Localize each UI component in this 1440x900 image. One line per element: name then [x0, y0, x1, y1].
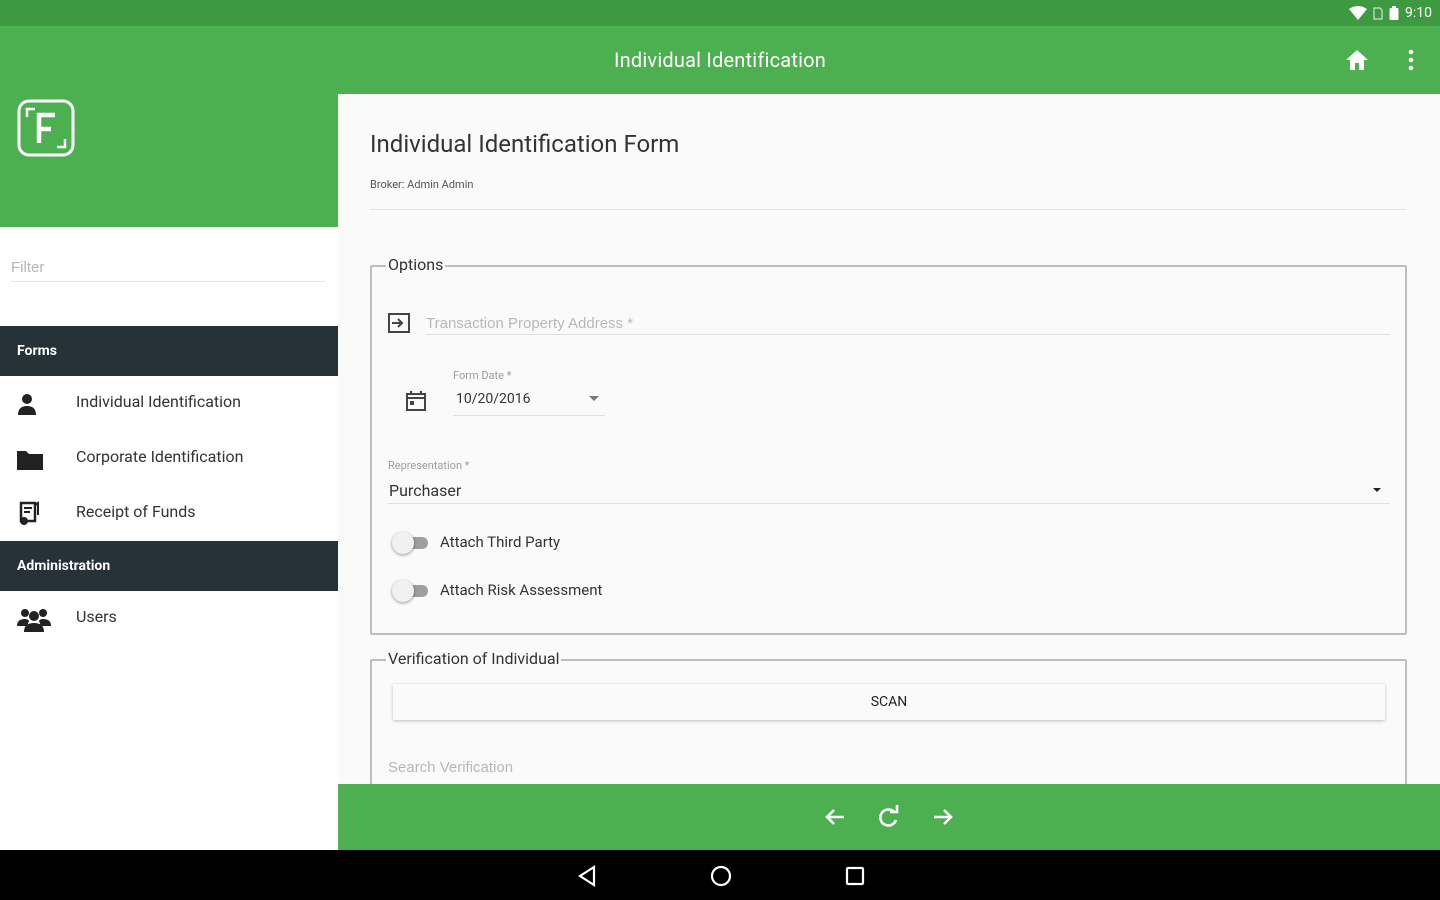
representation-select[interactable]: Purchaser	[389, 481, 461, 500]
action-bar	[338, 784, 1440, 850]
system-back-button[interactable]	[574, 863, 600, 889]
sidebar-item-corporate-identification[interactable]: Corporate Identification	[0, 431, 338, 485]
status-icons: 9:10	[1349, 4, 1432, 22]
representation-label: Representation *	[388, 459, 470, 472]
form-date-label: Form Date *	[453, 369, 512, 382]
divider	[370, 209, 1406, 210]
refresh-icon	[879, 805, 899, 827]
scan-button[interactable]: SCAN	[393, 684, 1385, 720]
circle-home-icon	[710, 865, 732, 887]
system-navigation-bar	[0, 850, 1440, 900]
status-time: 9:10	[1405, 5, 1432, 21]
folder-icon	[16, 446, 44, 472]
arrow-left-icon	[825, 809, 844, 825]
page-title: Individual Identification Form	[370, 130, 680, 158]
main-content: Individual Identification Form Broker: A…	[338, 94, 1440, 784]
section-header-forms: Forms	[0, 326, 338, 376]
search-verification-input[interactable]	[388, 755, 988, 779]
dropdown-arrow-icon[interactable]	[1372, 487, 1382, 493]
logo-icon	[17, 99, 75, 157]
home-icon	[1346, 50, 1368, 70]
more-options-button[interactable]	[1400, 46, 1422, 74]
status-bar: 9:10	[0, 0, 1440, 26]
sidebar-item-individual-identification[interactable]: Individual Identification	[0, 376, 338, 430]
sidebar: Forms Individual Identification Corporat…	[0, 94, 338, 850]
sidebar-item-label: Users	[76, 607, 117, 626]
address-icon	[388, 313, 410, 333]
form-date-value[interactable]: 10/20/2016	[456, 391, 531, 407]
sim-icon	[1373, 6, 1383, 20]
home-button[interactable]	[1344, 48, 1370, 72]
forward-button[interactable]	[930, 805, 956, 829]
sidebar-item-label: Receipt of Funds	[76, 502, 196, 521]
system-recents-button[interactable]	[842, 863, 868, 889]
verification-fieldset: Verification of Individual	[370, 649, 1407, 784]
person-icon	[16, 391, 44, 417]
section-header-administration: Administration	[0, 541, 338, 591]
attach-risk-assessment-toggle[interactable]	[392, 579, 430, 602]
filter-field	[11, 254, 325, 282]
sidebar-item-label: Corporate Identification	[76, 447, 244, 466]
address-underline	[426, 334, 1390, 335]
chevron-down-icon[interactable]	[588, 395, 600, 403]
sidebar-item-label: Individual Identification	[76, 392, 241, 411]
representation-underline	[388, 503, 1390, 504]
broker-text: Broker: Admin Admin	[370, 178, 474, 191]
sidebar-header	[0, 94, 338, 227]
date-underline	[453, 415, 605, 416]
sidebar-item-users[interactable]: Users	[0, 591, 338, 645]
calendar-icon	[406, 391, 426, 411]
options-legend: Options	[386, 255, 446, 274]
square-recents-icon	[845, 866, 865, 886]
transaction-address-input[interactable]	[426, 311, 1386, 335]
triangle-back-icon	[577, 864, 596, 888]
verification-legend: Verification of Individual	[386, 649, 562, 668]
arrow-right-icon	[934, 809, 953, 825]
battery-icon	[1389, 6, 1399, 20]
sidebar-item-receipt-of-funds[interactable]: Receipt of Funds	[0, 486, 338, 540]
app-logo	[17, 99, 75, 157]
system-home-button[interactable]	[708, 863, 734, 889]
filter-input[interactable]	[11, 254, 325, 280]
attach-risk-assessment-label: Attach Risk Assessment	[440, 581, 603, 599]
options-fieldset: Options Form Date * 10/20/2016 Represent…	[370, 255, 1407, 635]
app-bar: Individual Identification	[0, 26, 1440, 94]
users-icon	[16, 606, 52, 632]
attach-third-party-label: Attach Third Party	[440, 533, 561, 551]
attach-third-party-toggle[interactable]	[392, 531, 430, 554]
back-button[interactable]	[822, 805, 848, 829]
receipt-icon	[16, 501, 44, 527]
app-title: Individual Identification	[614, 48, 826, 72]
wifi-icon	[1349, 6, 1367, 20]
refresh-button[interactable]	[876, 805, 902, 829]
more-vert-icon	[1408, 49, 1414, 71]
